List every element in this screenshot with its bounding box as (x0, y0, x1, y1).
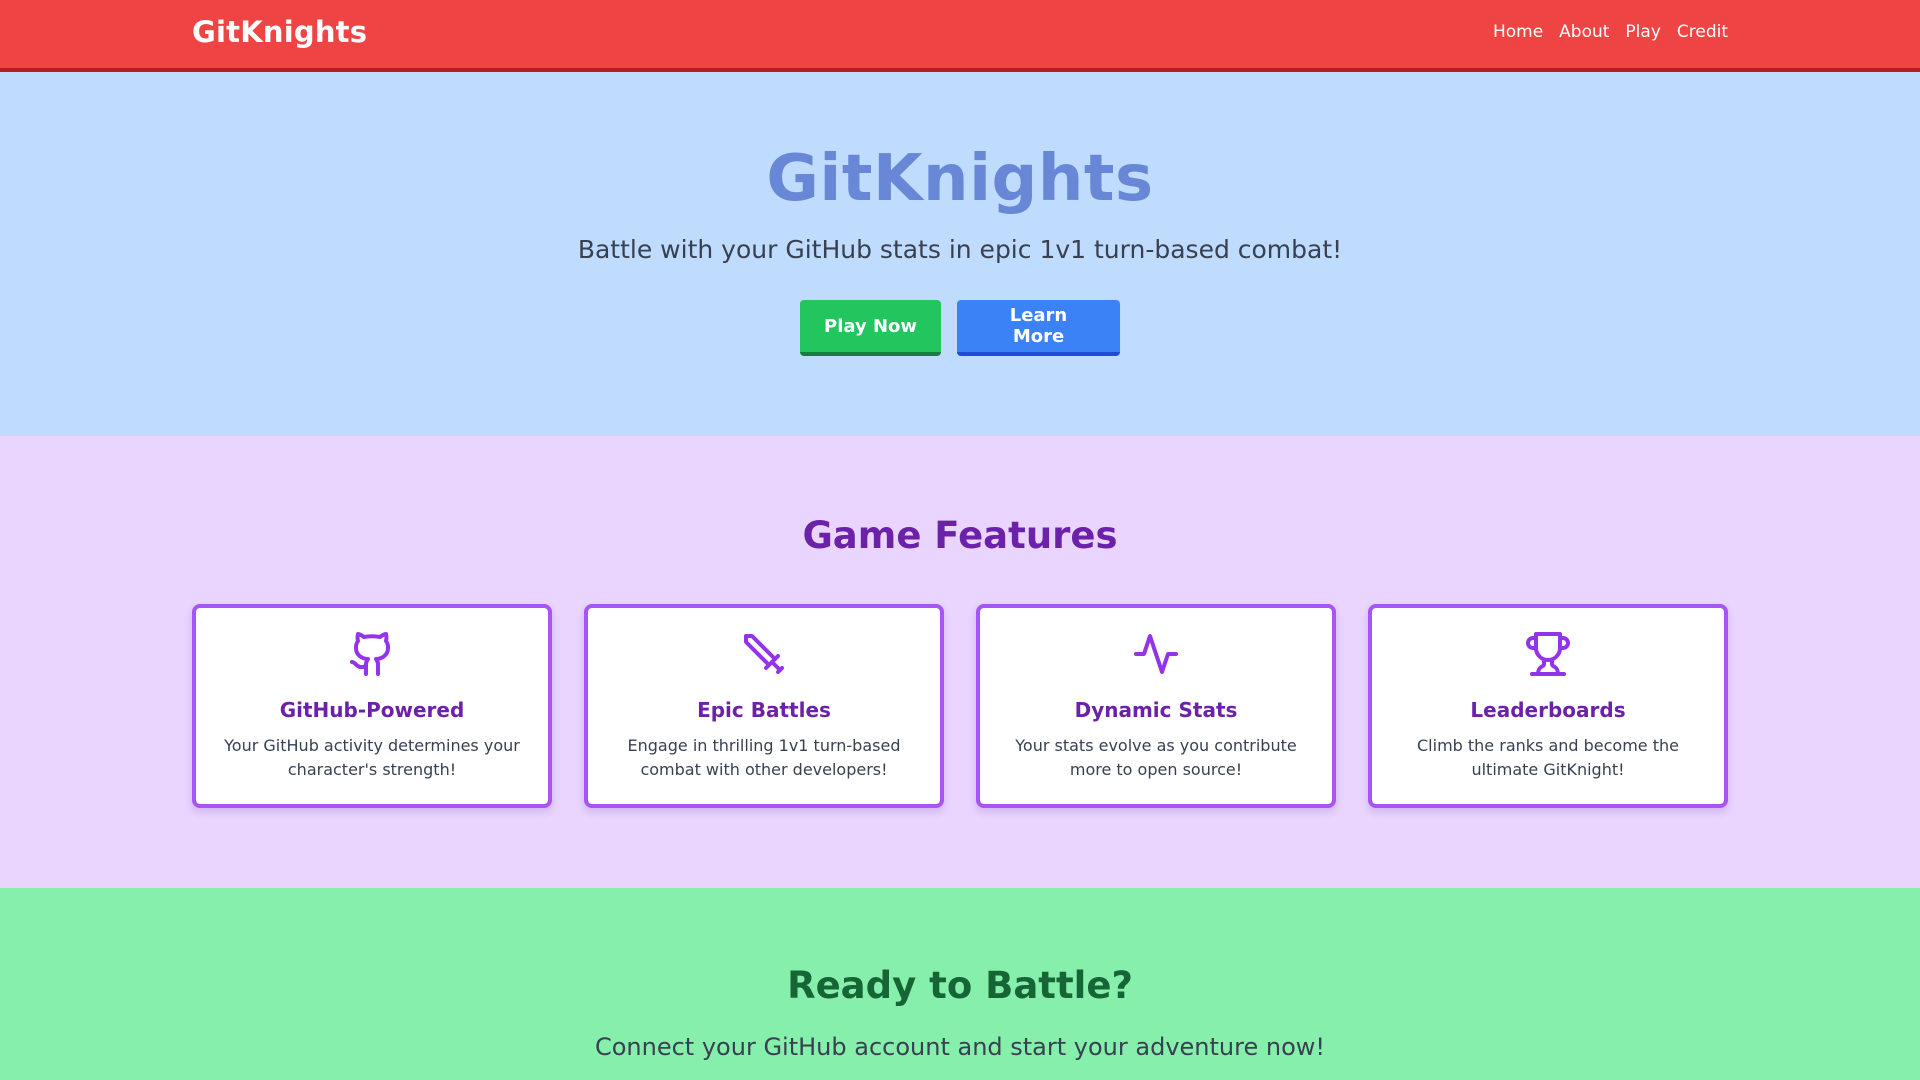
features-section: Game Features GitHub-Powered Your GitHub… (0, 436, 1920, 888)
feature-card-title: Epic Battles (697, 698, 831, 722)
nav-link-about[interactable]: About (1559, 22, 1609, 42)
feature-card-leaderboards: Leaderboards Climb the ranks and become … (1368, 604, 1728, 808)
learn-more-button[interactable]: Learn More (957, 300, 1120, 356)
brand-logo[interactable]: GitKnights (192, 15, 367, 49)
hero-section: GitKnights Battle with your GitHub stats… (0, 72, 1920, 436)
feature-card-desc: Climb the ranks and become the ultimate … (1417, 736, 1679, 779)
trophy-icon (1372, 630, 1724, 678)
feature-card-title: GitHub-Powered (279, 698, 465, 722)
feature-card-desc: Your stats evolve as you contribute more… (1015, 736, 1297, 779)
feature-card-desc: Engage in thrilling 1v1 turn-based comba… (627, 736, 901, 779)
nav-link-credit[interactable]: Credit (1677, 22, 1728, 42)
feature-card-title: Leaderboards (1470, 698, 1626, 722)
feature-cards: GitHub-Powered Your GitHub activity dete… (192, 604, 1728, 808)
hero-title: GitKnights (766, 142, 1154, 216)
activity-icon (980, 630, 1332, 678)
feature-card-github: GitHub-Powered Your GitHub activity dete… (192, 604, 552, 808)
cta-title: Ready to Battle? (787, 964, 1133, 1007)
feature-card-desc: Your GitHub activity determines your cha… (224, 736, 520, 779)
features-title: Game Features (802, 514, 1118, 557)
github-icon (196, 630, 548, 678)
sword-icon (588, 630, 940, 678)
nav-link-play[interactable]: Play (1625, 22, 1660, 42)
cta-subtitle: Connect your GitHub account and start yo… (594, 1033, 1326, 1061)
feature-card-title: Dynamic Stats (1074, 698, 1238, 722)
navbar: GitKnights Home About Play Credit (0, 0, 1920, 72)
feature-card-battles: Epic Battles Engage in thrilling 1v1 tur… (584, 604, 944, 808)
nav-link-home[interactable]: Home (1493, 22, 1543, 42)
play-now-button[interactable]: Play Now (800, 300, 941, 356)
hero-subtitle: Battle with your GitHub stats in epic 1v… (577, 235, 1343, 264)
hero-buttons: Play Now Learn More (0, 300, 1920, 356)
cta-section: Ready to Battle? Connect your GitHub acc… (0, 888, 1920, 1080)
nav-links: Home About Play Credit (1493, 22, 1728, 42)
feature-card-stats: Dynamic Stats Your stats evolve as you c… (976, 604, 1336, 808)
